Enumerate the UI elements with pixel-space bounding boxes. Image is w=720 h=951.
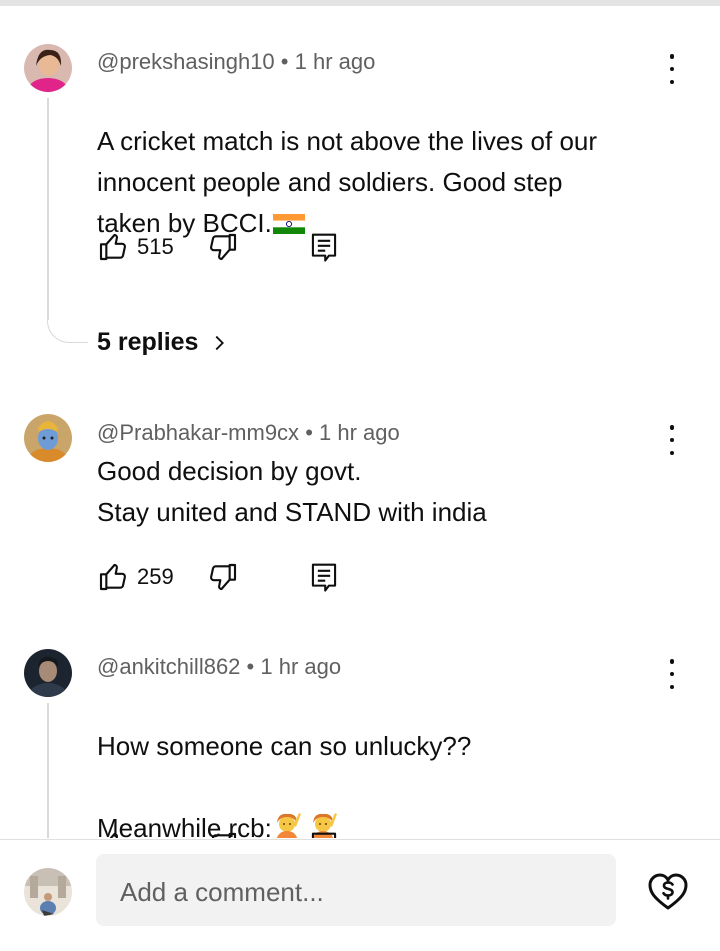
heart-dollar-icon: [648, 873, 688, 910]
like-button[interactable]: 259: [97, 561, 174, 593]
more-options-button[interactable]: [664, 659, 680, 689]
comments-list[interactable]: @prekshasingh10 • 1 hr ago A cricket mat…: [0, 6, 720, 838]
more-vert-icon: [669, 659, 675, 664]
avatar[interactable]: [24, 649, 72, 697]
thread-line: [47, 703, 49, 838]
thread-line: [47, 98, 49, 320]
chevron-right-icon: [216, 335, 225, 350]
dislike-button[interactable]: [207, 830, 239, 838]
author-handle[interactable]: @ankitchill862: [97, 654, 240, 679]
comment-text: How someone can so unlucky?? Meanwhile r…: [97, 685, 471, 838]
comment-meta: @Prabhakar-mm9cx • 1 hr ago: [97, 420, 400, 446]
reply-button[interactable]: [309, 561, 339, 593]
add-comment-input[interactable]: Add a comment...: [96, 854, 616, 926]
thumb-up-icon: [99, 233, 126, 261]
comment-time: 1 hr ago: [260, 654, 342, 679]
thread-curve: [47, 318, 88, 343]
reply-button[interactable]: [309, 830, 339, 838]
super-thanks-button[interactable]: [646, 870, 690, 914]
author-handle[interactable]: @prekshasingh10: [97, 49, 275, 74]
meta-separator: •: [305, 420, 313, 445]
comment-text: Good decision by govt. Stay united and S…: [97, 456, 487, 527]
like-button[interactable]: 515: [97, 231, 174, 263]
comment-actions: 515: [97, 231, 357, 265]
comment-time: 1 hr ago: [319, 420, 400, 445]
comment-meta: @ankitchill862 • 1 hr ago: [97, 654, 341, 680]
author-handle[interactable]: @Prabhakar-mm9cx: [97, 420, 299, 445]
comment-actions: 259: [97, 561, 357, 595]
like-count: 515: [137, 234, 174, 259]
dislike-button[interactable]: [207, 561, 239, 593]
comment-icon: [311, 563, 337, 592]
thumb-down-icon: [210, 233, 237, 261]
comment-text: A cricket match is not above the lives o…: [97, 80, 597, 248]
avatar[interactable]: [24, 414, 72, 462]
replies-label: 5 replies: [97, 328, 199, 356]
comment-icon: [311, 233, 337, 262]
comment-meta: @prekshasingh10 • 1 hr ago: [97, 49, 375, 75]
thumb-down-icon: [210, 563, 237, 591]
more-options-button[interactable]: [664, 425, 680, 455]
more-options-button[interactable]: [664, 54, 680, 84]
comment-time: 1 hr ago: [294, 49, 376, 74]
comment-icon: [311, 832, 337, 838]
reply-button[interactable]: [309, 231, 339, 263]
comment-composer: Add a comment...: [0, 840, 720, 951]
add-comment-placeholder: Add a comment...: [120, 877, 324, 907]
replies-toggle[interactable]: 5 replies: [97, 328, 230, 357]
like-button[interactable]: [97, 830, 129, 838]
thumb-up-icon: [109, 832, 118, 838]
comment-actions: [97, 830, 357, 838]
thumb-down-icon: [211, 832, 237, 838]
thumb-up-icon: [99, 563, 126, 591]
more-vert-icon: [669, 425, 675, 430]
like-count: 259: [137, 564, 174, 589]
dislike-button[interactable]: [207, 231, 239, 263]
meta-separator: •: [280, 49, 289, 74]
meta-separator: •: [246, 654, 255, 679]
avatar[interactable]: [24, 44, 72, 92]
more-vert-icon: [669, 54, 675, 59]
user-avatar[interactable]: [24, 868, 72, 916]
